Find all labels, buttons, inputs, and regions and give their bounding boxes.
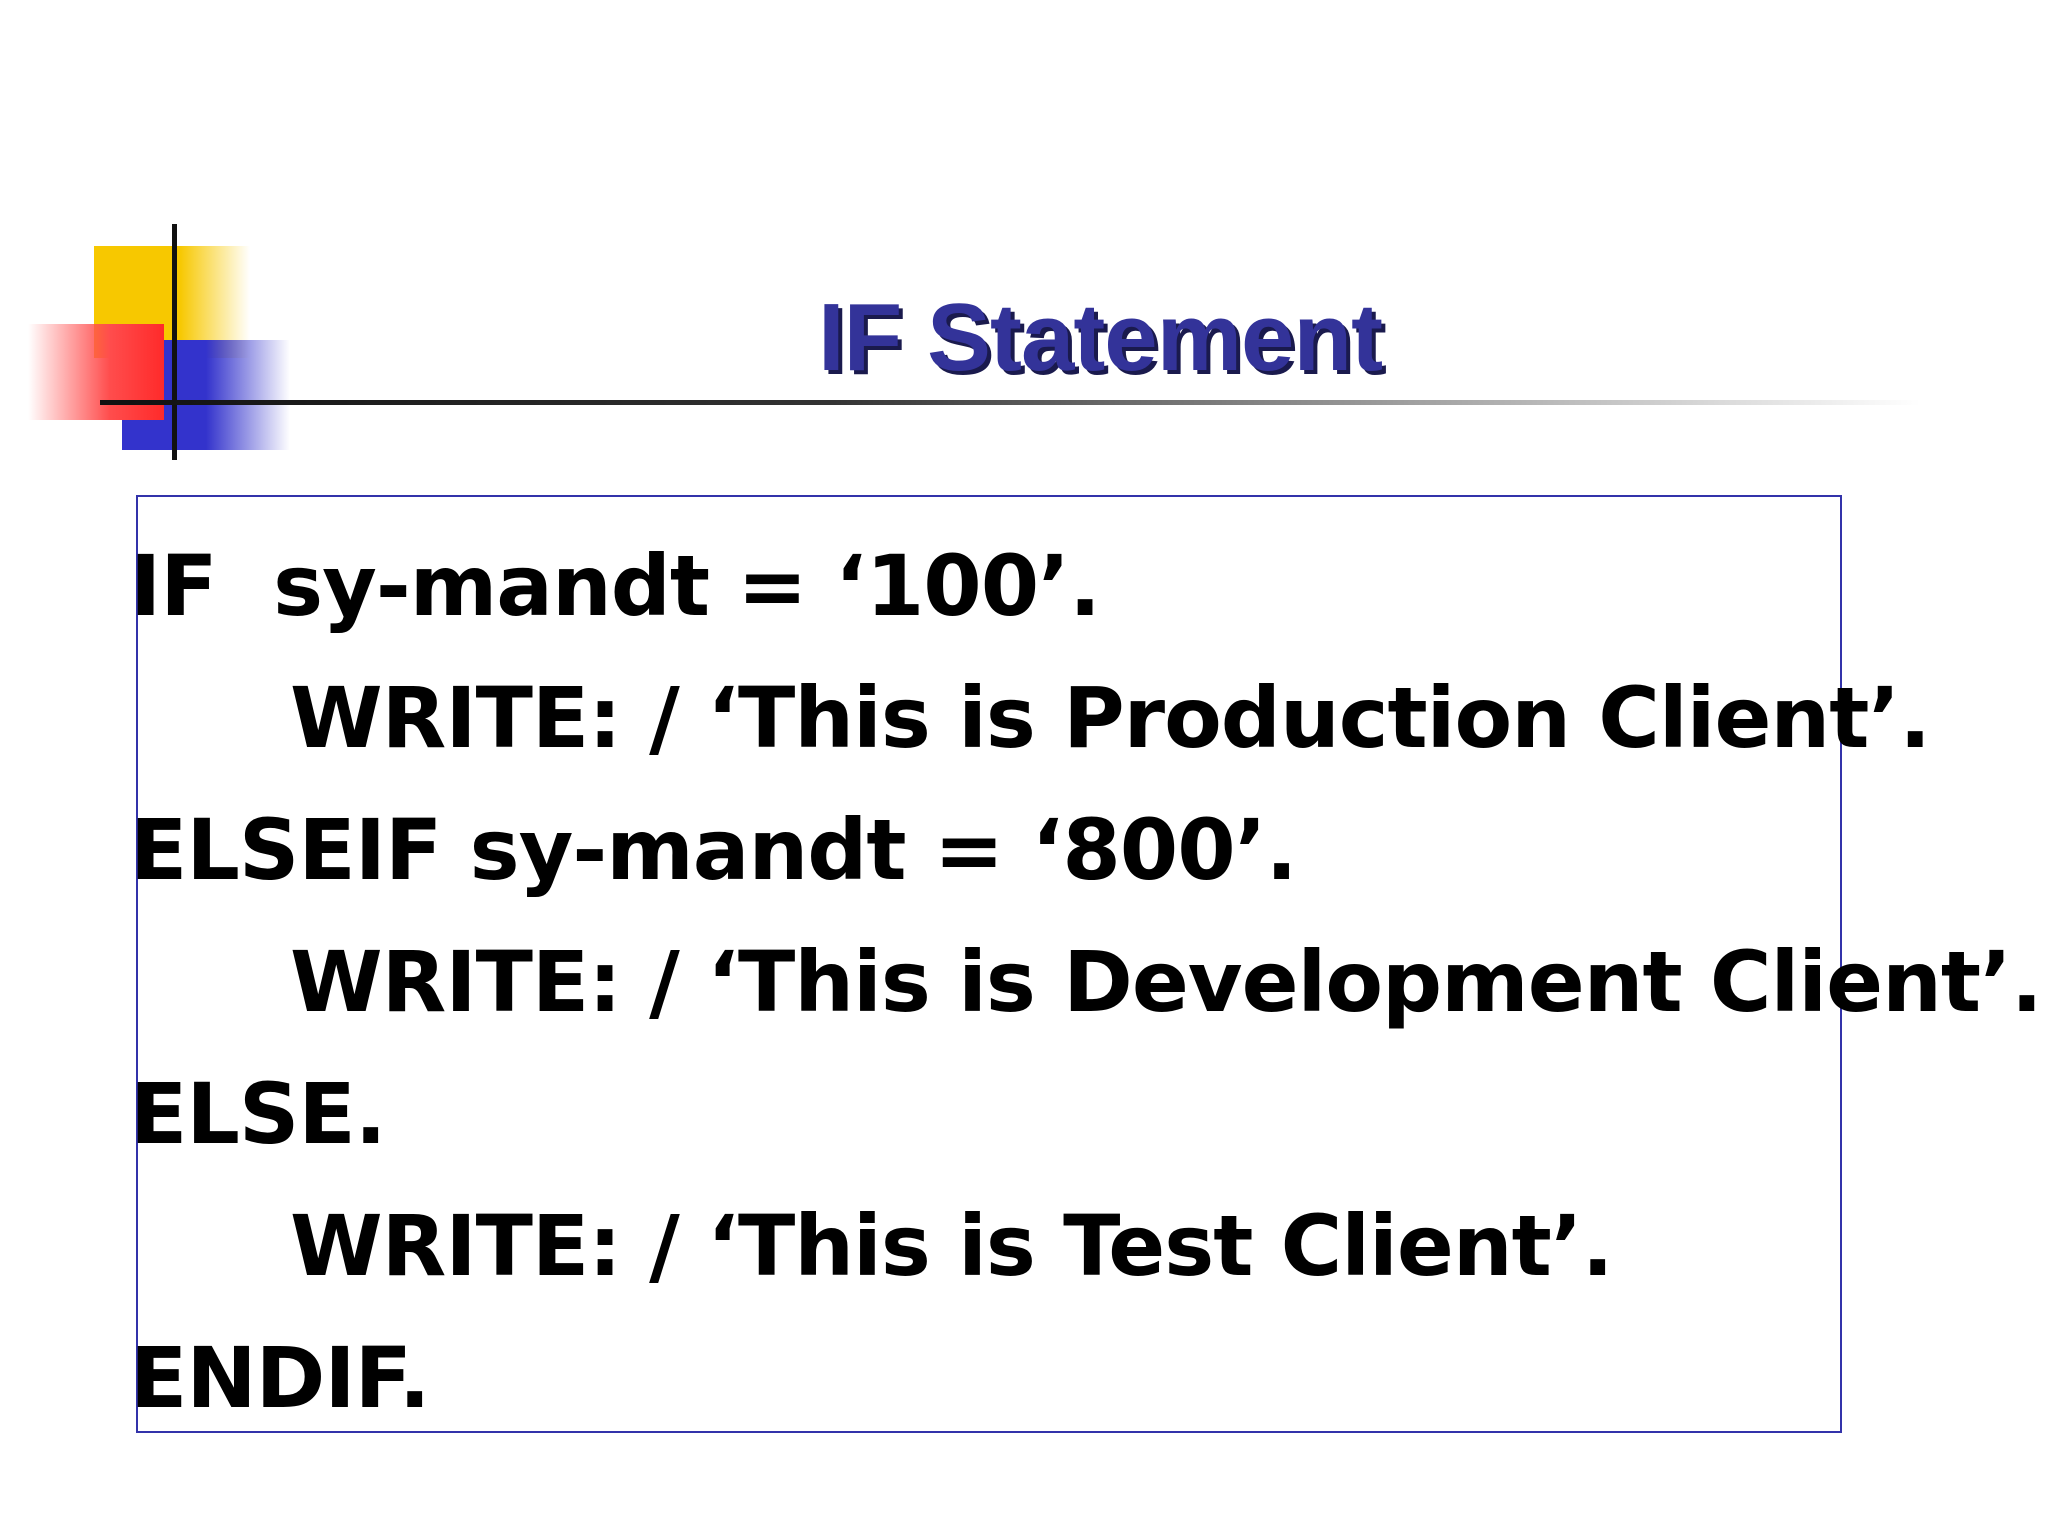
code-line-endif: ENDIF. [130, 1329, 431, 1427]
title-underline [100, 400, 1920, 405]
code-line-write-production: WRITE: / ‘This is Production Client’. [290, 669, 1931, 767]
slide-title: IF Statement [817, 284, 1383, 391]
code-line-else: ELSE. [130, 1065, 387, 1163]
code-line-if: IF sy-mandt = ‘100’. [130, 537, 1101, 635]
code-line-write-test: WRITE: / ‘This is Test Client’. [290, 1197, 1614, 1295]
code-line-elseif: ELSEIF sy-mandt = ‘800’. [130, 801, 1298, 899]
slide: IF Statement IF sy-mandt = ‘100’. WRITE:… [0, 0, 2048, 1536]
code-line-write-development: WRITE: / ‘This is Development Client’. [290, 933, 2043, 1031]
logo-red-square [28, 324, 164, 420]
logo-vertical-line [172, 224, 177, 460]
